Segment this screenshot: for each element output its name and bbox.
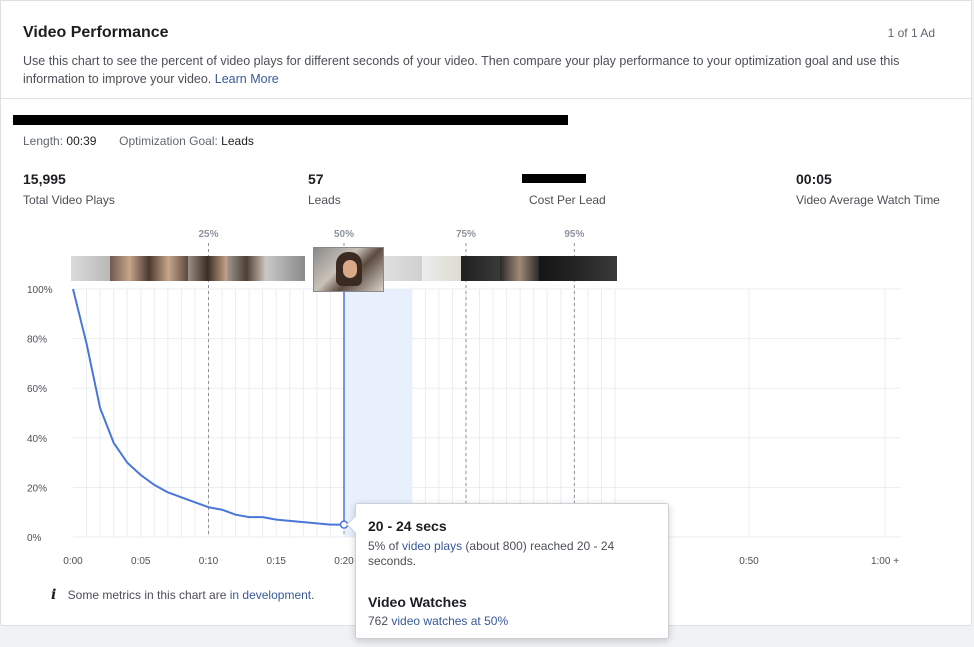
stat-label: Total Video Plays	[23, 193, 115, 207]
video-plays-link[interactable]: video plays	[402, 539, 462, 553]
card-header: Video Performance 1 of 1 Ad Use this cha…	[1, 1, 971, 99]
ad-count: 1 of 1 Ad	[887, 26, 935, 40]
frame-thumbnail[interactable]	[188, 256, 227, 281]
tooltip-plays-prefix: 5% of	[368, 539, 399, 553]
x-tick-label: 0:10	[199, 556, 219, 567]
y-tick-label: 100%	[27, 285, 53, 296]
chart-tooltip: 20 - 24 secs 5% of video plays (about 80…	[355, 503, 669, 639]
y-tick-label: 0%	[27, 533, 42, 544]
chart-grid	[73, 288, 901, 538]
percent-marker-label: 95%	[564, 229, 584, 240]
tooltip-watches-count: 762	[368, 614, 389, 628]
card-description: Use this chart to see the percent of vid…	[23, 52, 953, 88]
x-tick-label: 0:50	[739, 556, 759, 567]
frame-thumbnail[interactable]	[266, 256, 305, 281]
note-end: .	[311, 588, 315, 602]
frame-thumbnail[interactable]	[578, 256, 617, 281]
y-tick-label: 60%	[27, 384, 47, 395]
length-value: 00:39	[66, 134, 97, 148]
development-note: i Some metrics in this chart are in deve…	[51, 587, 314, 603]
note-text: Some metrics in this chart are	[67, 588, 227, 602]
frame-thumbnail[interactable]	[383, 256, 422, 281]
percent-marker-label: 75%	[456, 229, 476, 240]
learn-more-link[interactable]: Learn More	[215, 72, 279, 86]
in-development-link[interactable]: in development	[230, 588, 311, 602]
percent-marker-label: 50%	[334, 229, 354, 240]
chart-series	[72, 263, 349, 529]
tooltip-title: 20 - 24 secs	[368, 518, 447, 534]
tooltip-watches-text: 762 video watches at 50%	[368, 614, 508, 628]
frame-thumbnail[interactable]	[422, 256, 461, 281]
x-tick-label: 0:00	[63, 556, 83, 567]
stat-value: 57	[308, 171, 324, 187]
selected-frame-thumbnail[interactable]	[314, 248, 383, 291]
goal-value: Leads	[221, 134, 254, 148]
y-tick-label: 80%	[27, 335, 47, 346]
frame-thumbnail[interactable]	[227, 256, 266, 281]
x-tick-label: 0:20	[334, 556, 354, 567]
length-label: Length:	[23, 134, 64, 148]
stat-leads: 57 Leads	[308, 171, 341, 207]
frame-face	[343, 260, 357, 278]
tooltip-section-title: Video Watches	[368, 594, 467, 610]
frame-thumbnail[interactable]	[149, 256, 188, 281]
stat-value: 15,995	[23, 171, 66, 187]
stat-label: Video Average Watch Time	[796, 193, 940, 207]
video-watches-link[interactable]: video watches at 50%	[391, 614, 508, 628]
tooltip-plays-text: 5% of video plays (about 800) reached 20…	[368, 539, 658, 569]
percent-marker-label: 25%	[198, 229, 218, 240]
stat-total-video-plays: 15,995 Total Video Plays	[23, 171, 115, 207]
description-text: Use this chart to see the percent of vid…	[23, 54, 900, 86]
stat-value: 00:05	[796, 171, 832, 187]
stat-label: Leads	[308, 193, 341, 207]
stat-label: Cost Per Lead	[529, 193, 606, 207]
card-title: Video Performance	[23, 24, 169, 41]
chart-y-ticks: 100% 80% 60% 40% 20% 0%	[27, 285, 53, 544]
frame-thumbnail[interactable]	[461, 256, 500, 281]
frame-thumbnail[interactable]	[110, 256, 149, 281]
video-meta: Length: 00:39 Optimization Goal: Leads	[23, 134, 254, 148]
info-icon: i	[51, 587, 57, 603]
chart-highlight	[344, 289, 412, 537]
frame-thumbnail[interactable]	[500, 256, 539, 281]
y-tick-label: 40%	[27, 434, 47, 445]
redacted-cost-value	[522, 174, 586, 183]
redacted-video-title	[13, 115, 568, 125]
frame-thumbnail[interactable]	[71, 256, 110, 281]
frame-thumbnail[interactable]	[539, 256, 578, 281]
y-tick-label: 20%	[27, 483, 47, 494]
x-tick-label: 0:15	[267, 556, 287, 567]
x-tick-label: 1:00 +	[871, 556, 899, 567]
selected-range-band	[344, 289, 412, 537]
x-tick-label: 0:05	[131, 556, 151, 567]
stat-average-watch-time: 00:05 Video Average Watch Time	[796, 171, 940, 207]
goal-label: Optimization Goal:	[119, 134, 218, 148]
